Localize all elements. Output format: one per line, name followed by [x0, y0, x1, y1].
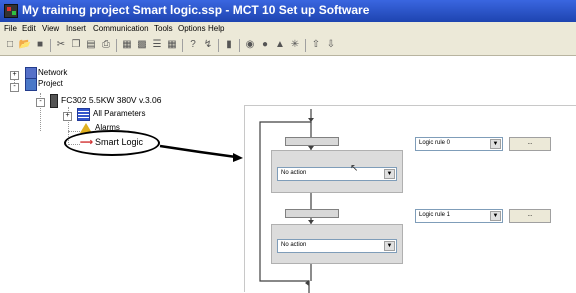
logic-rule-edit-button-2[interactable]: ... [509, 209, 551, 223]
mouse-pointer-icon: ↖ [350, 163, 359, 174]
chevron-down-icon[interactable]: ▼ [490, 211, 501, 221]
action-select-2-value: No action [281, 242, 307, 248]
logic-rule-edit-button-1[interactable]: ... [509, 137, 551, 151]
transition-bar-1[interactable] [285, 137, 339, 146]
action-select-1[interactable]: No action ▼ [277, 167, 397, 181]
transition-bar-2[interactable] [285, 209, 339, 218]
action-box-2: No action ▼ [271, 224, 403, 264]
smart-logic-diagram: No action ▼ ↖ Logic rule 0 ▼ ... No acti… [244, 105, 576, 293]
chevron-down-icon[interactable]: ▼ [490, 139, 501, 149]
logic-rule-select-2-value: Logic rule 1 [419, 212, 451, 218]
logic-rule-select-2[interactable]: Logic rule 1 ▼ [415, 209, 503, 223]
action-select-1-value: No action [281, 170, 307, 176]
flow-lines [259, 109, 314, 293]
logic-rule-select-1[interactable]: Logic rule 0 ▼ [415, 137, 503, 151]
chevron-down-icon[interactable]: ▼ [384, 169, 395, 179]
action-box-1: No action ▼ [271, 150, 403, 193]
chevron-down-icon[interactable]: ▼ [384, 241, 395, 251]
action-select-2[interactable]: No action ▼ [277, 239, 397, 253]
logic-rule-select-1-value: Logic rule 0 [419, 140, 451, 146]
